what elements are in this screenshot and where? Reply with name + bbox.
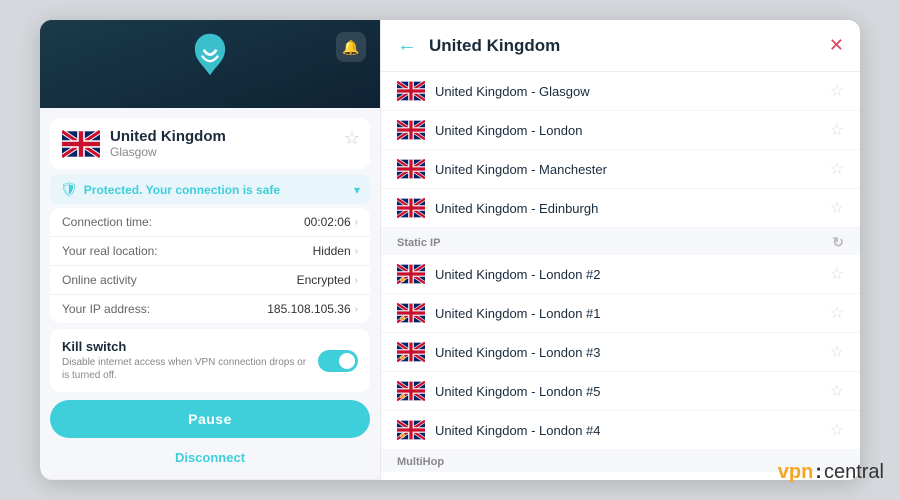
stats-section: Connection time: 00:02:06 › Your real lo… [50, 208, 370, 323]
watermark-dot: : [815, 461, 822, 484]
disconnect-button[interactable]: Disconnect [50, 442, 370, 473]
list-item[interactable]: United Kingdom - London #1 ☆ [381, 294, 860, 333]
location-name: United Kingdom - Manchester [435, 162, 820, 177]
killswitch-toggle[interactable] [318, 350, 358, 372]
stat-row-real-location[interactable]: Your real location: Hidden › [50, 237, 370, 266]
location-name: United Kingdom - London #2 [435, 267, 820, 282]
watermark: vpn : central [778, 461, 884, 484]
status-left: 🛡 Protected. Your connection is safe [60, 181, 280, 198]
watermark-vpn: vpn [778, 461, 814, 484]
location-name: United Kingdom - London [435, 123, 820, 138]
stat-value-connection-time: 00:02:06 [304, 215, 351, 229]
stat-value-ip-address: 185.108.105.36 [267, 302, 350, 316]
flag-icon [397, 420, 425, 440]
connection-card: United Kingdom Glasgow ☆ [50, 118, 370, 169]
favorite-star[interactable]: ☆ [830, 264, 844, 284]
favorite-star[interactable]: ☆ [830, 198, 844, 218]
left-body: United Kingdom Glasgow ☆ 🛡 Protected. Yo… [40, 108, 380, 480]
favorite-star[interactable]: ☆ [830, 303, 844, 323]
flag-icon [397, 159, 425, 179]
stat-row-connection-time[interactable]: Connection time: 00:02:06 › [50, 208, 370, 237]
shield-icon: 🛡 [60, 181, 78, 198]
static-ip-icon: ↻ [832, 234, 844, 251]
status-bar: 🛡 Protected. Your connection is safe ▾ [50, 175, 370, 204]
favorite-star[interactable]: ☆ [830, 381, 844, 401]
location-name: United Kingdom - Glasgow [435, 84, 820, 99]
app-container: 🔔 United Kingdom Glasgow [40, 20, 860, 480]
killswitch-section: Kill switch Disable internet access when… [50, 329, 370, 392]
app-header: 🔔 [40, 20, 380, 108]
favorite-star[interactable]: ☆ [830, 420, 844, 440]
stat-value-online-activity: Encrypted [297, 273, 351, 287]
stat-label-online-activity: Online activity [62, 273, 137, 287]
stat-row-online-activity[interactable]: Online activity Encrypted › [50, 266, 370, 295]
left-panel: 🔔 United Kingdom Glasgow [40, 20, 380, 480]
flag-icon [397, 381, 425, 401]
location-name: United Kingdom - London #4 [435, 423, 820, 438]
stat-row-ip-address[interactable]: Your IP address: 185.108.105.36 › [50, 295, 370, 323]
static-ip-header: Static IP ↻ [381, 228, 860, 255]
flag-icon [397, 81, 425, 101]
list-item[interactable]: United Kingdom - London #4 ☆ [381, 411, 860, 450]
killswitch-title: Kill switch [62, 339, 310, 354]
right-panel: ← United Kingdom ✕ United Kingdom - Glas… [380, 20, 860, 480]
chevron-right-icon-3: › [355, 275, 358, 286]
killswitch-description: Disable internet access when VPN connect… [62, 356, 310, 382]
location-name: United Kingdom - London #5 [435, 384, 820, 399]
back-button[interactable]: ← [397, 34, 417, 57]
location-name: United Kingdom - London #1 [435, 306, 820, 321]
pause-button[interactable]: Pause [50, 400, 370, 438]
stat-label-connection-time: Connection time: [62, 215, 152, 229]
chevron-right-icon-2: › [355, 246, 358, 257]
favorite-star[interactable]: ☆ [830, 81, 844, 101]
country-flag [62, 130, 100, 158]
flag-icon [397, 342, 425, 362]
favorite-star[interactable]: ☆ [830, 120, 844, 140]
bottom-nav: 🛡 VPN 🌐 Locations 🛡 One ⚙ Settings [40, 479, 380, 480]
stat-label-ip-address: Your IP address: [62, 302, 150, 316]
multihop-label: MultiHop [397, 456, 444, 468]
list-item[interactable]: United Kingdom - London #2 ☆ [381, 255, 860, 294]
flag-icon [397, 120, 425, 140]
favorite-button[interactable]: ☆ [344, 128, 360, 149]
list-item[interactable]: United Kingdom - Edinburgh ☆ [381, 189, 860, 228]
surfshark-logo [184, 30, 236, 98]
bell-button[interactable]: 🔔 [336, 32, 366, 62]
bell-icon: 🔔 [342, 39, 359, 56]
favorite-star[interactable]: ☆ [830, 342, 844, 362]
right-panel-title: United Kingdom [429, 36, 817, 56]
watermark-central: central [824, 461, 884, 484]
location-name: United Kingdom - Edinburgh [435, 201, 820, 216]
chevron-right-icon-4: › [355, 304, 358, 315]
flag-icon [397, 303, 425, 323]
favorite-star[interactable]: ☆ [830, 159, 844, 179]
static-ip-label: Static IP [397, 237, 440, 249]
list-item[interactable]: United Kingdom - Glasgow ☆ [381, 72, 860, 111]
location-name: United Kingdom - London #3 [435, 345, 820, 360]
chevron-down-icon: ▾ [354, 183, 360, 197]
right-header: ← United Kingdom ✕ [381, 20, 860, 72]
list-item[interactable]: United Kingdom - London ☆ [381, 111, 860, 150]
list-item[interactable]: United Kingdom - London #3 ☆ [381, 333, 860, 372]
close-button[interactable]: ✕ [829, 35, 844, 56]
list-item[interactable]: United Kingdom - Manchester ☆ [381, 150, 860, 189]
location-list: United Kingdom - Glasgow ☆ United Kingdo… [381, 72, 860, 480]
chevron-right-icon: › [355, 217, 358, 228]
killswitch-text: Kill switch Disable internet access when… [62, 339, 310, 382]
status-text: Protected. Your connection is safe [84, 183, 280, 197]
connection-country: United Kingdom [110, 128, 358, 145]
flag-icon [397, 264, 425, 284]
connection-city: Glasgow [110, 145, 358, 159]
stat-label-real-location: Your real location: [62, 244, 158, 258]
connection-info: United Kingdom Glasgow [110, 128, 358, 159]
stat-value-real-location: Hidden [313, 244, 351, 258]
flag-icon [397, 198, 425, 218]
list-item[interactable]: United Kingdom - London #5 ☆ [381, 372, 860, 411]
